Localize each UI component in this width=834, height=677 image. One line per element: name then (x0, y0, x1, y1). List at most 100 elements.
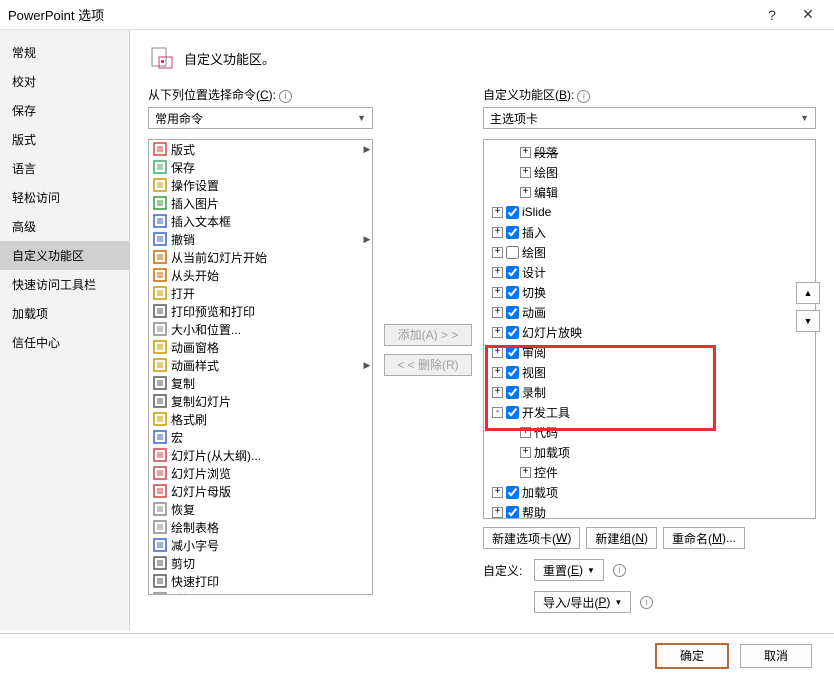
sidebar-item[interactable]: 轻松访问 (0, 183, 129, 212)
tab-checkbox[interactable] (506, 406, 519, 419)
tree-node[interactable]: +iSlide (484, 202, 815, 222)
expand-toggle[interactable]: + (520, 167, 531, 178)
command-item[interactable]: 动画样式▶ (149, 356, 372, 374)
command-item[interactable]: 撤销▶ (149, 230, 372, 248)
command-item[interactable]: 快速打印 (149, 572, 372, 590)
command-item[interactable]: 宏 (149, 428, 372, 446)
sidebar-item[interactable]: 快速访问工具栏 (0, 270, 129, 299)
command-item[interactable]: 链接 (149, 590, 372, 595)
choose-commands-dropdown[interactable]: 常用命令▼ (148, 107, 373, 129)
tree-node[interactable]: +段落 (484, 142, 815, 162)
tab-checkbox[interactable] (506, 206, 519, 219)
reset-dropdown[interactable]: 重置(E)▼ (534, 559, 604, 581)
cancel-button[interactable]: 取消 (740, 644, 812, 668)
tree-node[interactable]: +绘图 (484, 242, 815, 262)
info-icon[interactable]: i (279, 90, 292, 103)
tab-checkbox[interactable] (506, 386, 519, 399)
expand-toggle[interactable]: + (492, 367, 503, 378)
expand-toggle[interactable]: + (492, 227, 503, 238)
tab-checkbox[interactable] (506, 286, 519, 299)
command-item[interactable]: 版式▶ (149, 140, 372, 158)
command-item[interactable]: 打印预览和打印 (149, 302, 372, 320)
command-item[interactable]: 保存 (149, 158, 372, 176)
command-item[interactable]: 复制 (149, 374, 372, 392)
command-item[interactable]: 从头开始 (149, 266, 372, 284)
sidebar-item[interactable]: 常规 (0, 38, 129, 67)
command-item[interactable]: 恢复 (149, 500, 372, 518)
tree-node[interactable]: +帮助 (484, 502, 815, 519)
commands-list[interactable]: 版式▶保存操作设置插入图片插入文本框撤销▶从当前幻灯片开始从头开始打开打印预览和… (148, 139, 373, 595)
sidebar-item[interactable]: 自定义功能区 (0, 241, 129, 270)
tree-node[interactable]: +加载项 (484, 442, 815, 462)
tab-checkbox[interactable] (506, 306, 519, 319)
tree-node[interactable]: +编辑 (484, 182, 815, 202)
tab-checkbox[interactable] (506, 246, 519, 259)
expand-toggle[interactable]: + (492, 507, 503, 518)
tree-node[interactable]: +录制 (484, 382, 815, 402)
move-down-button[interactable]: ▼ (796, 310, 820, 332)
command-item[interactable]: 插入文本框 (149, 212, 372, 230)
ribbon-tree[interactable]: +段落+绘图+编辑+iSlide+插入+绘图+设计+切换+动画+幻灯片放映+审阅… (483, 139, 816, 519)
command-item[interactable]: 绘制表格 (149, 518, 372, 536)
tab-checkbox[interactable] (506, 506, 519, 519)
sidebar-item[interactable]: 校对 (0, 67, 129, 96)
sidebar-item[interactable]: 版式 (0, 125, 129, 154)
customize-ribbon-dropdown[interactable]: 主选项卡▼ (483, 107, 816, 129)
help-button[interactable]: ? (754, 7, 790, 23)
expand-toggle[interactable]: + (492, 487, 503, 498)
tab-checkbox[interactable] (506, 326, 519, 339)
expand-toggle[interactable]: + (520, 467, 531, 478)
tree-node[interactable]: +代码 (484, 422, 815, 442)
tab-checkbox[interactable] (506, 226, 519, 239)
close-button[interactable]: ✕ (790, 6, 826, 23)
expand-toggle[interactable]: + (492, 207, 503, 218)
tree-node[interactable]: +设计 (484, 262, 815, 282)
command-item[interactable]: 幻灯片母版 (149, 482, 372, 500)
move-up-button[interactable]: ▲ (796, 282, 820, 304)
command-item[interactable]: 幻灯片浏览 (149, 464, 372, 482)
sidebar-item[interactable]: 保存 (0, 96, 129, 125)
new-tab-button[interactable]: 新建选项卡(W) (483, 527, 580, 549)
sidebar-item[interactable]: 高级 (0, 212, 129, 241)
sidebar-item[interactable]: 语言 (0, 154, 129, 183)
expand-toggle[interactable]: + (492, 327, 503, 338)
tree-node[interactable]: +审阅 (484, 342, 815, 362)
expand-toggle[interactable]: + (492, 307, 503, 318)
tree-node[interactable]: +切换 (484, 282, 815, 302)
command-item[interactable]: 剪切 (149, 554, 372, 572)
new-group-button[interactable]: 新建组(N) (586, 527, 657, 549)
sidebar-item[interactable]: 加载项 (0, 299, 129, 328)
command-item[interactable]: 插入图片 (149, 194, 372, 212)
expand-toggle[interactable]: - (492, 407, 503, 418)
command-item[interactable]: 幻灯片(从大纲)... (149, 446, 372, 464)
info-icon[interactable]: i (640, 596, 653, 609)
expand-toggle[interactable]: + (492, 287, 503, 298)
import-export-dropdown[interactable]: 导入/导出(P)▼ (534, 591, 631, 613)
ok-button[interactable]: 确定 (656, 644, 728, 668)
expand-toggle[interactable]: + (520, 187, 531, 198)
expand-toggle[interactable]: + (492, 387, 503, 398)
tab-checkbox[interactable] (506, 366, 519, 379)
tree-node[interactable]: +控件 (484, 462, 815, 482)
tab-checkbox[interactable] (506, 486, 519, 499)
tree-node[interactable]: +幻灯片放映 (484, 322, 815, 342)
expand-toggle[interactable]: + (520, 447, 531, 458)
expand-toggle[interactable]: + (492, 347, 503, 358)
command-item[interactable]: 减小字号 (149, 536, 372, 554)
tree-node[interactable]: +动画 (484, 302, 815, 322)
expand-toggle[interactable]: + (520, 147, 531, 158)
expand-toggle[interactable]: + (492, 247, 503, 258)
command-item[interactable]: 动画窗格 (149, 338, 372, 356)
tree-node[interactable]: -开发工具 (484, 402, 815, 422)
command-item[interactable]: 格式刷 (149, 410, 372, 428)
command-item[interactable]: 大小和位置... (149, 320, 372, 338)
info-icon[interactable]: i (577, 90, 590, 103)
add-button[interactable]: 添加(A) > > (384, 324, 472, 346)
tab-checkbox[interactable] (506, 346, 519, 359)
tree-node[interactable]: +视图 (484, 362, 815, 382)
expand-toggle[interactable]: + (520, 427, 531, 438)
tree-node[interactable]: +插入 (484, 222, 815, 242)
command-item[interactable]: 复制幻灯片 (149, 392, 372, 410)
sidebar-item[interactable]: 信任中心 (0, 328, 129, 357)
command-item[interactable]: 从当前幻灯片开始 (149, 248, 372, 266)
